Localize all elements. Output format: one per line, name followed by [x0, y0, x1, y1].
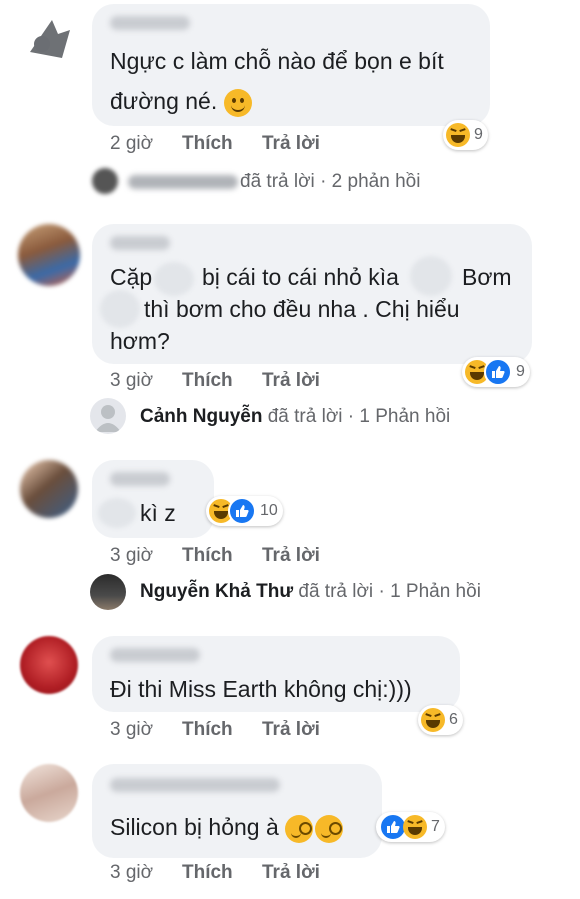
- commenter-name-blurred[interactable]: [110, 648, 200, 662]
- comment-bubble: Cặp bị cái to cái nhỏ kìa Bơm thì bơm ch…: [92, 224, 532, 364]
- replier-avatar: [92, 168, 118, 194]
- view-replies-link[interactable]: Cảnh Nguyễn đã trả lời · 1 Phản hồi: [140, 406, 450, 428]
- replier-name-blurred[interactable]: [128, 175, 238, 189]
- reply-button[interactable]: Trả lời: [262, 719, 320, 741]
- face-with-monocle-emoji-icon: [315, 814, 344, 843]
- redacted-word: [410, 256, 452, 296]
- commenter-name-blurred[interactable]: [110, 16, 190, 30]
- commenter-name-blurred[interactable]: [110, 236, 170, 250]
- reaction-count: 6: [449, 711, 458, 728]
- like-reaction-icon: [484, 358, 512, 386]
- avatar[interactable]: [20, 764, 78, 822]
- avatar[interactable]: [18, 224, 80, 286]
- reaction-summary[interactable]: 9: [443, 120, 488, 150]
- reaction-count: 10: [260, 502, 278, 519]
- comment-text-line: Cặp: [110, 264, 153, 290]
- reaction-summary[interactable]: 7: [376, 812, 445, 842]
- reaction-summary[interactable]: 10: [206, 496, 283, 526]
- comment-time[interactable]: 3 giờ: [110, 370, 153, 392]
- separator-dot: ·: [378, 581, 385, 602]
- reaction-summary[interactable]: 9: [462, 357, 530, 387]
- comment-text-line: kì z: [140, 500, 176, 526]
- redacted-word: [154, 262, 194, 296]
- face-with-monocle-emoji-icon: [285, 814, 314, 843]
- replier-name[interactable]: Nguyễn Khả Thư: [140, 581, 293, 602]
- haha-reaction-icon: [446, 123, 470, 147]
- view-replies-link[interactable]: đã trả lời · 2 phản hồi: [240, 171, 420, 193]
- reply-count: 2 phản hồi: [331, 171, 421, 192]
- reaction-count: 7: [431, 818, 440, 835]
- comment-bubble: Đi thi Miss Earth không chị:))): [92, 636, 460, 712]
- separator-dot: ·: [320, 171, 327, 192]
- comment-text-line-wrap: Silicon bị hỏng à: [110, 812, 344, 843]
- commenter-name-blurred[interactable]: [110, 778, 280, 792]
- like-button[interactable]: Thích: [182, 862, 233, 884]
- reply-action-text: đã trả lời: [267, 406, 343, 427]
- like-button[interactable]: Thích: [182, 719, 233, 741]
- avatar[interactable]: [22, 14, 74, 66]
- redacted-word: [100, 290, 140, 328]
- replier-avatar[interactable]: [90, 398, 126, 434]
- like-button[interactable]: Thích: [182, 370, 233, 392]
- reply-count: 1 Phản hồi: [359, 406, 451, 427]
- reply-count: 1 Phản hồi: [390, 581, 481, 602]
- comment-text-line: đường né.: [110, 88, 218, 114]
- comment-text-line: Ngực c làm chỗ nào để bọn e bít: [110, 48, 444, 74]
- reply-button[interactable]: Trả lời: [262, 133, 320, 155]
- comment-time[interactable]: 3 giờ: [110, 545, 153, 567]
- reply-action-text: đã trả lời: [240, 171, 315, 192]
- comment-text-line: Bơm: [462, 264, 512, 290]
- comment-bubble: Ngực c làm chỗ nào để bọn e bít đường né…: [92, 4, 490, 126]
- haha-reaction-icon: [421, 708, 445, 732]
- comment-time[interactable]: 2 giờ: [110, 133, 153, 155]
- reply-action-text: đã trả lời: [298, 581, 374, 602]
- reply-button[interactable]: Trả lời: [262, 545, 320, 567]
- comment-time[interactable]: 3 giờ: [110, 862, 153, 884]
- replier-avatar[interactable]: [90, 574, 126, 610]
- like-reaction-icon: [228, 497, 256, 525]
- comment-text-line: hơm?: [110, 328, 170, 354]
- like-button[interactable]: Thích: [182, 545, 233, 567]
- reaction-summary[interactable]: 6: [418, 705, 463, 735]
- comment-text-line: Đi thi Miss Earth không chị:))): [110, 676, 412, 702]
- default-profile-icon: [95, 405, 121, 432]
- avatar[interactable]: [20, 636, 78, 694]
- comment-text-line: thì bơm cho đều nha . Chị hiểu: [144, 296, 460, 322]
- comment-bubble: Silicon bị hỏng à: [92, 764, 382, 858]
- smile-emoji-icon: [223, 88, 252, 117]
- comment-text-line: Silicon bị hỏng à: [110, 814, 279, 840]
- comment-text-line: bị cái to cái nhỏ kìa: [202, 264, 399, 290]
- reaction-count: 9: [474, 126, 483, 143]
- redacted-word: [98, 498, 136, 528]
- view-replies-link[interactable]: Nguyễn Khả Thư đã trả lời · 1 Phản hồi: [140, 581, 481, 603]
- reply-button[interactable]: Trả lời: [262, 370, 320, 392]
- comment-time[interactable]: 3 giờ: [110, 719, 153, 741]
- reaction-count: 9: [516, 363, 525, 380]
- avatar[interactable]: [20, 460, 78, 518]
- comment-text-line-wrap: đường né.: [110, 86, 252, 117]
- like-button[interactable]: Thích: [182, 133, 233, 155]
- reply-button[interactable]: Trả lời: [262, 862, 320, 884]
- haha-reaction-icon: [403, 815, 427, 839]
- replier-name[interactable]: Cảnh Nguyễn: [140, 406, 262, 427]
- blurred-avatar-image: [30, 20, 70, 58]
- separator-dot: ·: [347, 406, 355, 427]
- comment-bubble: kì z: [92, 460, 214, 538]
- commenter-name-blurred[interactable]: [110, 472, 170, 486]
